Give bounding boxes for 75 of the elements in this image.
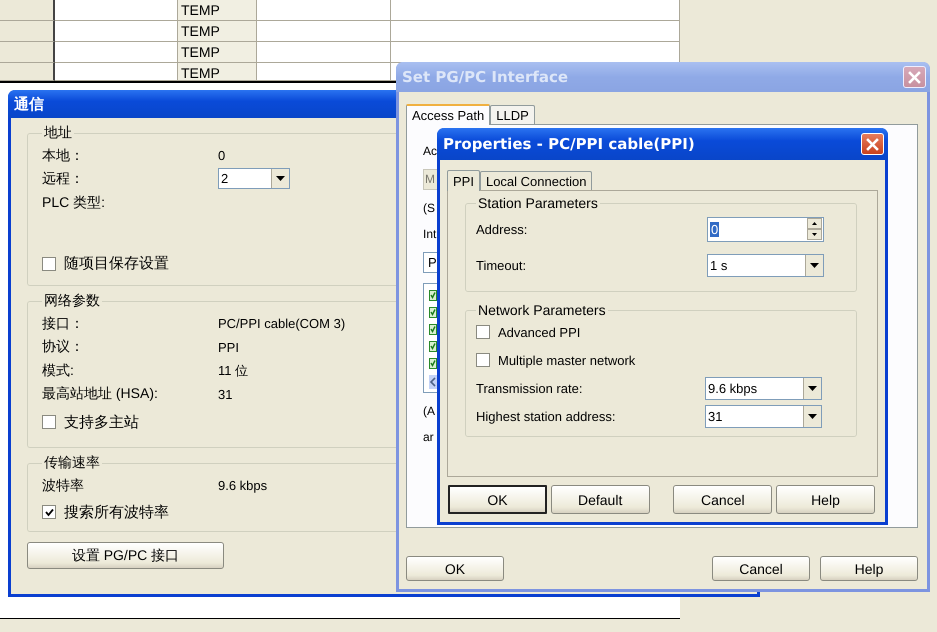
row-header [0, 21, 55, 42]
checkbox-label: 随项目保存设置 [64, 254, 169, 273]
window-title: Set PG/PC Interface [402, 68, 568, 86]
dialog-button[interactable]: Cancel [673, 485, 772, 514]
dropdown[interactable]: 31 [705, 404, 822, 428]
scroll-left-icon [429, 375, 437, 389]
partial-text: ar [423, 429, 434, 445]
group-title: 传输速率 [43, 454, 101, 472]
dropdown[interactable]: 9.6 kbps [705, 376, 822, 400]
field-value: PC/PPI cable(COM 3) [218, 316, 346, 332]
group-title: 网络参数 [43, 292, 101, 310]
field-label: 最高站地址 (HSA): [42, 385, 159, 404]
tab[interactable]: PPI [447, 170, 480, 191]
group-title: 地址 [43, 124, 73, 142]
field-label: 接口： [42, 314, 85, 333]
number-field[interactable]: 0 [707, 216, 824, 242]
caret-icon [808, 414, 817, 418]
field-label: Timeout: [476, 258, 528, 272]
field-value: PPI [218, 340, 239, 355]
field-value: 0 [218, 148, 226, 163]
table-cell: TEMP [178, 63, 257, 81]
dropdown[interactable]: 1 s [707, 254, 824, 276]
window-title: 通信 [14, 94, 44, 114]
row-header [0, 63, 55, 81]
partial-text: (S [423, 200, 435, 216]
field-label: Highest station address: [476, 408, 616, 424]
checkbox-label: Advanced PPI [498, 324, 580, 340]
table-cell: TEMP [178, 21, 257, 42]
field-label: Address: [476, 222, 528, 236]
field-value: 9.6 kbps [218, 478, 268, 493]
dropdown[interactable]: 2 [218, 168, 290, 189]
caret-icon [276, 176, 285, 181]
field-label: 波特率 [42, 476, 85, 494]
window-title: Properties - PC/PPI cable(PPI) [443, 135, 695, 153]
field-label: PLC 类型: [42, 194, 106, 212]
caret-icon [810, 262, 819, 268]
partial-text: Ac [423, 143, 438, 159]
caret-icon [808, 386, 817, 390]
row-header [0, 42, 55, 63]
field-value: 31 [218, 386, 232, 402]
checkbox-label: 搜索所有波特率 [64, 502, 169, 522]
field-label: 模式: [42, 362, 75, 380]
field-label: 远程： [42, 170, 85, 188]
tab[interactable]: Local Connection [480, 171, 592, 190]
setup-button[interactable]: 设置 PG/PC 接口 [27, 542, 224, 569]
checkbox-label: Multiple master network [498, 352, 636, 368]
checkmark-icon [44, 508, 54, 516]
spinner-icon [807, 218, 822, 240]
field-label: 协议： [42, 338, 85, 356]
device-icon [429, 290, 437, 301]
device-icon [429, 341, 437, 352]
group-title: Station Parameters [477, 195, 599, 211]
device-icon [429, 358, 437, 369]
table-cell: TEMP [178, 42, 257, 63]
device-icon [429, 324, 437, 335]
checkbox-label: 支持多主站 [64, 412, 139, 432]
close-icon [908, 70, 921, 84]
checkbox[interactable] [42, 415, 56, 429]
row-header [0, 0, 55, 21]
checkbox[interactable] [476, 353, 490, 367]
dialog-button[interactable]: Help [776, 485, 875, 514]
partial-text: Int [423, 226, 436, 242]
field-label: Transmission rate: [476, 380, 584, 396]
field-value: 11 位 [218, 362, 248, 380]
partial-text: (A [423, 403, 435, 419]
table-cell: TEMP [178, 0, 257, 21]
dialog-button[interactable]: Default [550, 485, 650, 514]
close-icon [866, 138, 879, 150]
checkbox[interactable] [42, 256, 56, 270]
dialog-button[interactable]: OK [448, 485, 547, 514]
device-icon [429, 307, 437, 318]
field-label: 本地： [42, 146, 85, 164]
checkbox[interactable] [42, 505, 56, 519]
group-title: Network Parameters [477, 302, 607, 318]
checkbox[interactable] [476, 325, 490, 339]
